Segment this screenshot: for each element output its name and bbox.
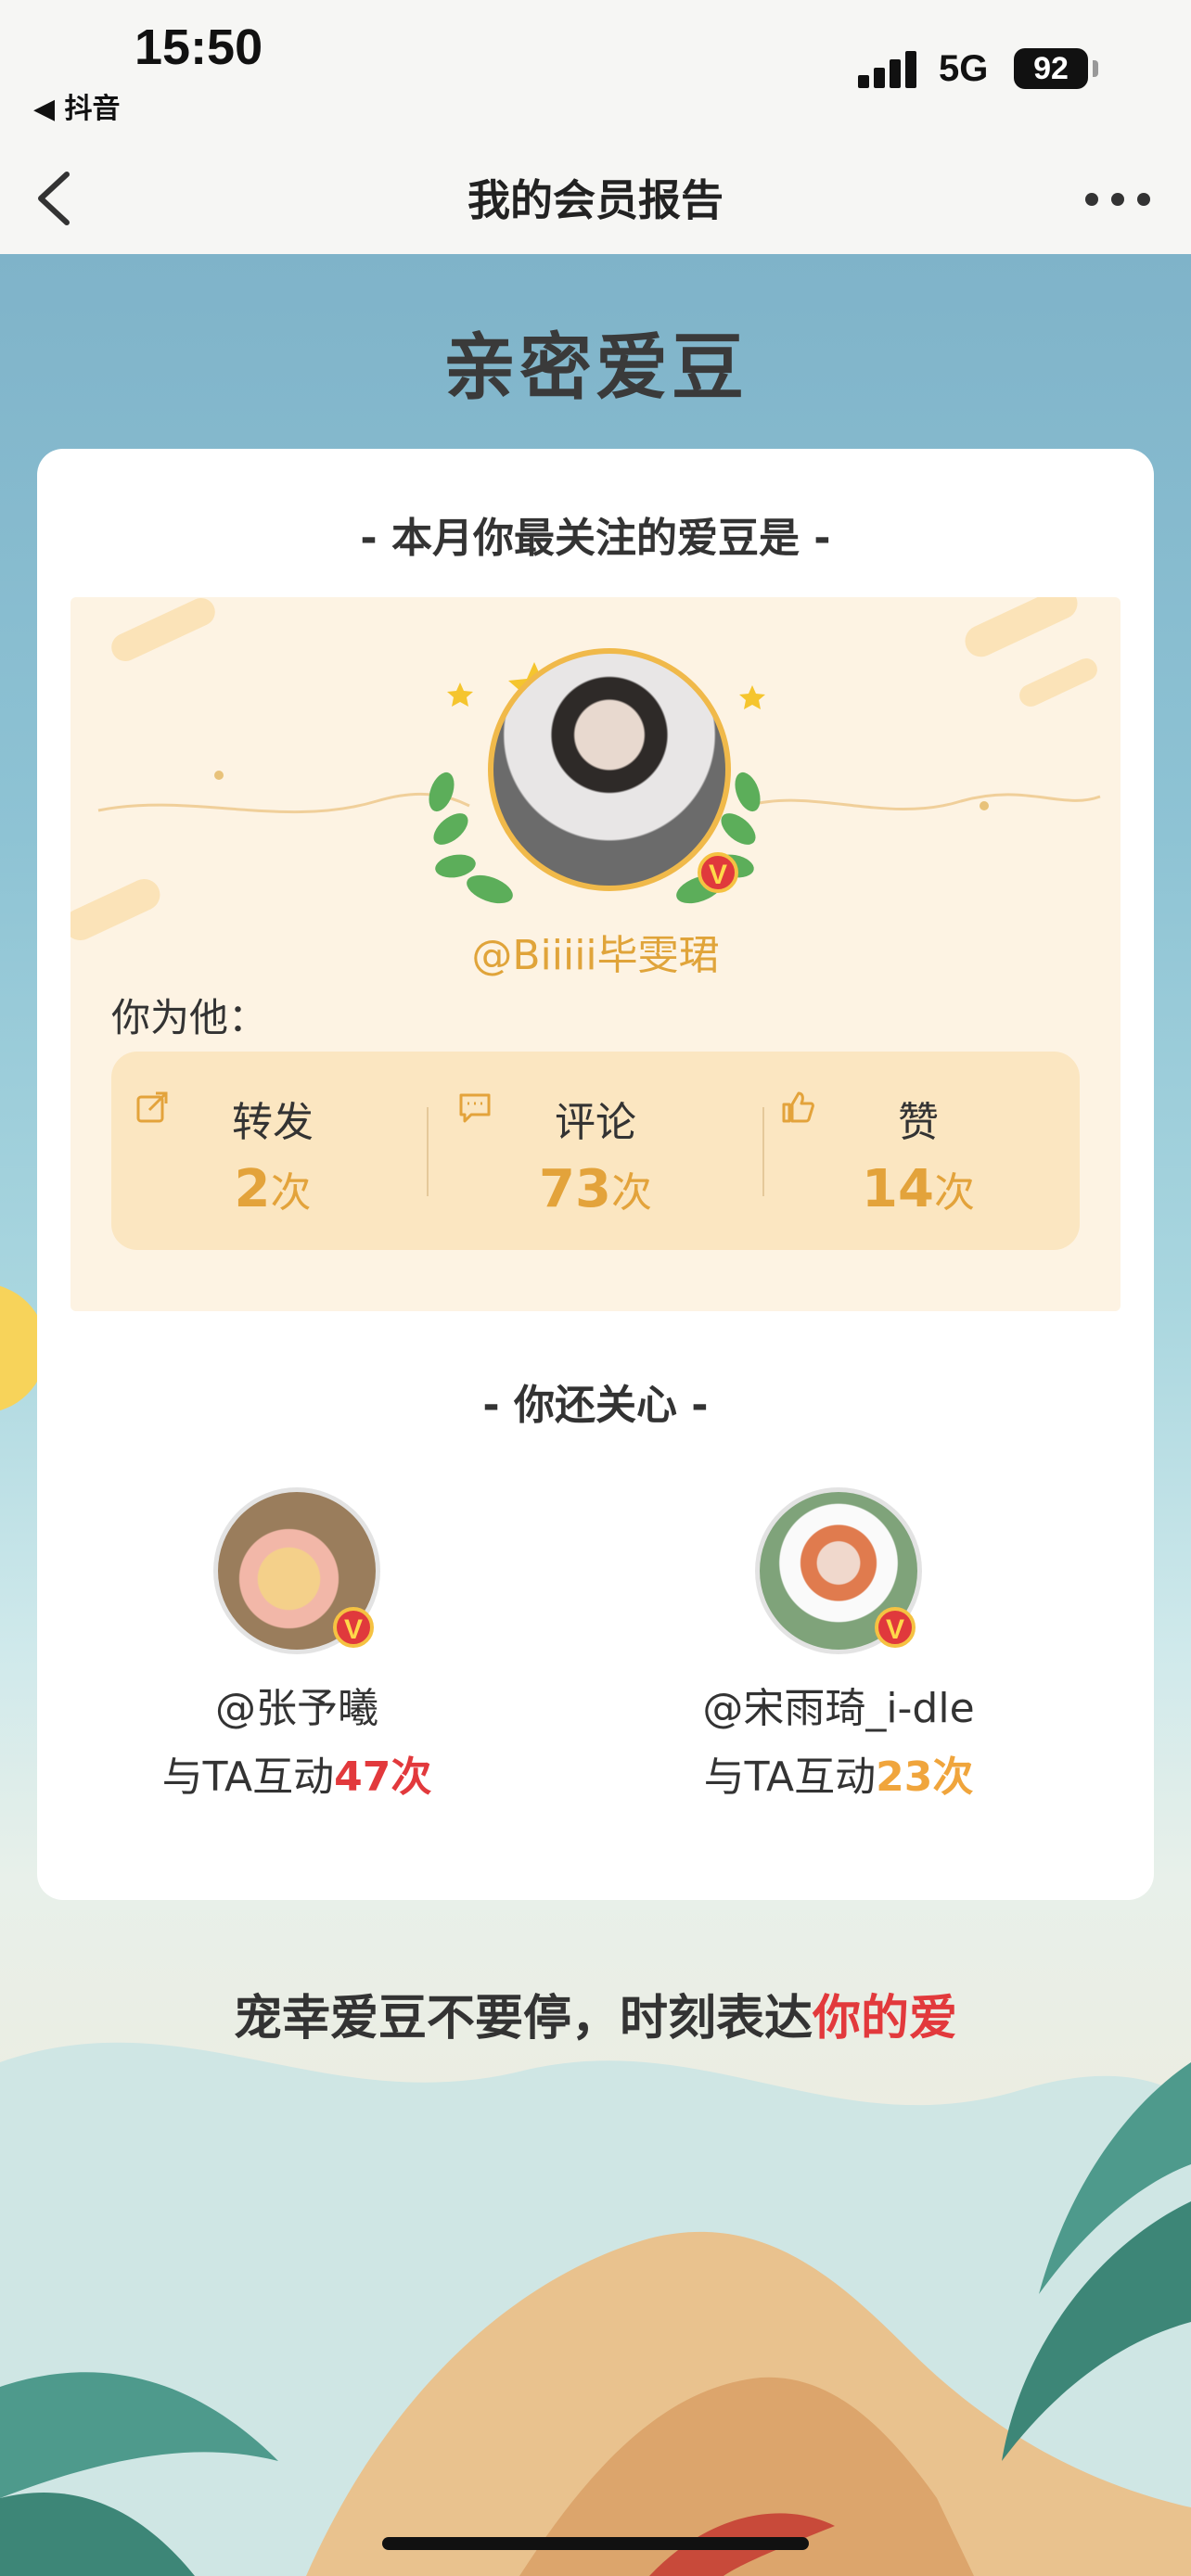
- page-title: 我的会员报告: [467, 175, 724, 225]
- stat-value-number: 14: [862, 1159, 934, 1219]
- interaction-number: 47次: [334, 1753, 432, 1801]
- status-bar: 15:50 ◀ 抖音 5G 92: [0, 0, 1191, 139]
- stat-unit: 次: [610, 1169, 652, 1217]
- section-heading: 亲密爱豆: [442, 326, 748, 410]
- top-idol-avatar[interactable]: [488, 648, 731, 891]
- verified-badge-icon: V: [698, 852, 738, 893]
- stat-label-text: 转发: [232, 1099, 314, 1146]
- stat-comment: 评论 73次: [456, 1089, 735, 1219]
- also-care-title: - 你还关心 -: [482, 1382, 709, 1429]
- idol-report-card: - 本月你最关注的爱豆是 - V @Biiiii毕雯珺 你为他： 转发 2次 评…: [37, 449, 1154, 1900]
- home-indicator[interactable]: [382, 2537, 809, 2550]
- idol-avatar[interactable]: V: [755, 1487, 922, 1654]
- stat-value-number: 73: [539, 1159, 611, 1219]
- stat-label-text: 评论: [555, 1099, 636, 1146]
- stat-unit: 次: [933, 1169, 975, 1217]
- signal-icon: [858, 46, 923, 88]
- interaction-count: 与TA互动23次: [653, 1743, 1024, 1803]
- slogan-text: 宠幸爱豆不要停，时刻表达: [233, 1991, 813, 2047]
- report-background: 亲密爱豆 - 本月你最关注的爱豆是 - V @Biiiii毕雯珺 你为他： 转发…: [0, 254, 1191, 2576]
- verified-badge-icon: V: [333, 1607, 374, 1648]
- stat-label-text: 赞: [898, 1099, 939, 1146]
- stat-divider: [427, 1107, 429, 1196]
- stat-divider: [762, 1107, 764, 1196]
- stat-like: 赞 14次: [779, 1089, 1057, 1219]
- interaction-count: 与TA互动47次: [111, 1743, 482, 1803]
- battery-tip: [1093, 60, 1098, 77]
- stat-repost: 转发 2次: [134, 1089, 412, 1219]
- share-icon: [136, 1091, 168, 1123]
- idol-name[interactable]: @张予曦: [111, 1675, 482, 1734]
- verified-badge-icon: V: [875, 1607, 916, 1648]
- you-for-him-label: 你为他：: [111, 995, 268, 1040]
- stat-value-number: 2: [234, 1159, 271, 1219]
- battery-icon: 92: [1014, 48, 1088, 89]
- more-options-icon[interactable]: [1085, 193, 1150, 208]
- status-time: 15:50: [134, 19, 263, 75]
- also-care-idol[interactable]: V @张予曦 与TA互动47次: [111, 1487, 482, 1803]
- interaction-number: 23次: [876, 1753, 974, 1801]
- top-idol-name[interactable]: @Biiiii毕雯珺: [70, 922, 1121, 981]
- stat-unit: 次: [270, 1169, 312, 1217]
- comment-icon: [459, 1093, 491, 1123]
- interaction-prefix: 与TA互动: [161, 1753, 335, 1801]
- back-to-app-link[interactable]: ◀ 抖音: [33, 85, 121, 126]
- navigation-bar: 我的会员报告: [0, 139, 1191, 254]
- top-idol-panel: V @Biiiii毕雯珺 你为他： 转发 2次 评论 73次 赞 14次: [70, 597, 1121, 1311]
- interaction-stats: 转发 2次 评论 73次 赞 14次: [111, 1052, 1080, 1250]
- slogan-highlight: 你的爱: [813, 1991, 958, 2047]
- interaction-prefix: 与TA互动: [703, 1753, 877, 1801]
- also-care-idol[interactable]: V @宋雨琦_i-dle 与TA互动23次: [653, 1487, 1024, 1803]
- idol-name[interactable]: @宋雨琦_i-dle: [653, 1675, 1024, 1734]
- slogan: 宠幸爱豆不要停，时刻表达你的爱: [0, 1979, 1191, 2048]
- idol-avatar[interactable]: V: [213, 1487, 380, 1654]
- like-icon: [782, 1091, 814, 1123]
- top-idol-subtitle: - 本月你最关注的爱豆是 -: [360, 515, 831, 562]
- network-type: 5G: [939, 48, 989, 89]
